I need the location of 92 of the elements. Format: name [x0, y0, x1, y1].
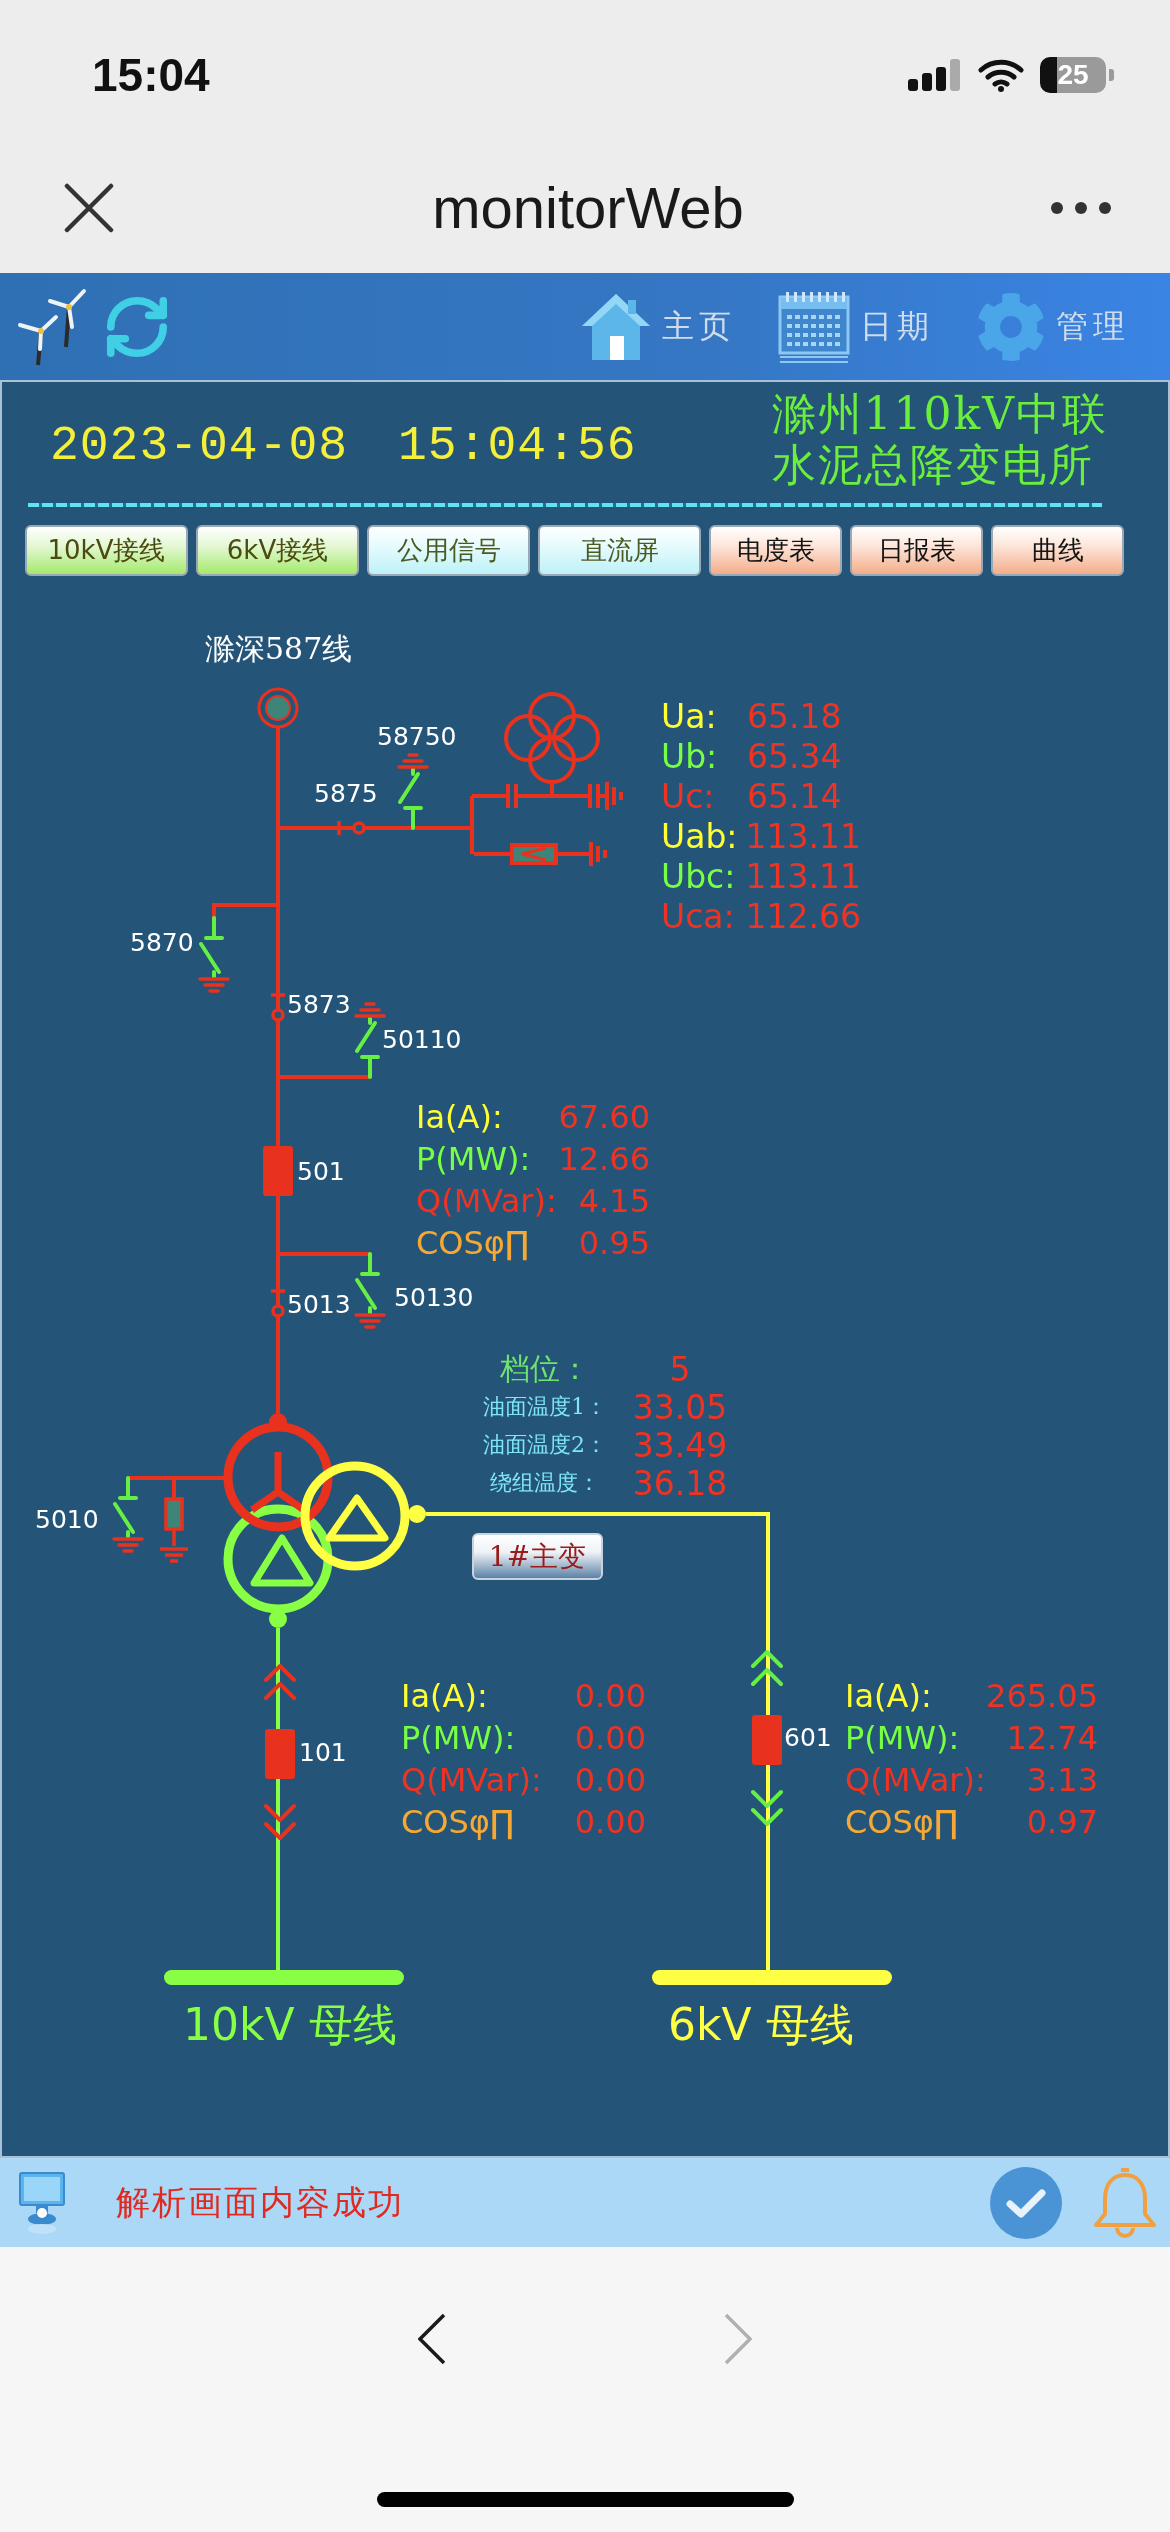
measurement-label: Ia(A):: [416, 1101, 503, 1133]
device-label: 5873: [287, 992, 351, 1017]
forward-icon: [724, 2313, 752, 2365]
calendar-icon: [778, 290, 850, 363]
measurement-label: Ia(A):: [401, 1680, 488, 1712]
device-label: 58750: [377, 724, 457, 749]
status-message: 解析画面内容成功: [116, 2180, 405, 2224]
voltage-value: 113.11: [745, 859, 861, 893]
bus-label: 6kV 母线: [668, 2003, 854, 2047]
voltage-label: Ua:: [661, 699, 718, 733]
station-title: 水泥总降变电所: [771, 439, 1095, 490]
device-label: 5010: [35, 1507, 99, 1532]
device-label: 501: [297, 1159, 345, 1184]
device-label: 5870: [130, 930, 194, 955]
measurement-value: 12.74: [1006, 1722, 1098, 1754]
device-label: 601: [784, 1725, 832, 1750]
voltage-value: 112.66: [745, 899, 861, 933]
surge-arrester-icon: [472, 840, 607, 868]
back-icon: [418, 2313, 446, 2365]
measurement-label: COSφ∏: [416, 1227, 530, 1259]
device-label: 101: [299, 1740, 347, 1765]
back-button[interactable]: [418, 2313, 446, 2365]
voltage-value: 65.14: [747, 779, 842, 813]
measurement-value: 67.60: [558, 1101, 650, 1133]
measurement-value: 0.00: [574, 1680, 646, 1712]
page-button[interactable]: 日报表: [850, 525, 983, 576]
reading-label: 油面温度1：: [482, 1396, 608, 1418]
measurement-value: 0.97: [1026, 1806, 1098, 1838]
check-circle-icon: [990, 2166, 1062, 2239]
voltage-label: Uab:: [661, 819, 739, 853]
page-button[interactable]: 10kV接线: [25, 525, 188, 576]
grounding-resistor-icon: [158, 1497, 190, 1563]
measurement-label: Q(MVar):: [401, 1764, 542, 1796]
measurement-value: 0.00: [574, 1806, 646, 1838]
date-display: 2023-04-08: [50, 419, 349, 473]
home-icon: [580, 291, 652, 362]
page-button[interactable]: 曲线: [991, 525, 1124, 576]
voltage-label: Uca:: [661, 899, 736, 933]
measurement-value: 4.15: [578, 1185, 650, 1217]
reading-label: 绕组温度：: [489, 1472, 601, 1494]
voltage-label: Uc:: [661, 779, 716, 813]
monitor-icon: [18, 2170, 66, 2235]
voltage-label: Ubc:: [661, 859, 737, 893]
close-button[interactable]: [64, 182, 114, 233]
line-terminal-icon: [257, 687, 299, 729]
more-button[interactable]: [1050, 200, 1112, 215]
transformer-button[interactable]: 1#主变: [472, 1533, 603, 1580]
measurement-label: Q(MVar):: [416, 1185, 557, 1217]
device-label: 50110: [382, 1027, 462, 1052]
close-icon: [64, 182, 114, 233]
reading-value: 33.49: [631, 1428, 729, 1462]
voltage-value: 65.34: [747, 739, 842, 773]
page-title: monitorWeb: [432, 174, 744, 241]
measurement-label: Q(MVar):: [845, 1764, 986, 1796]
time-display: 15:04:56: [398, 419, 637, 473]
page-button[interactable]: 公用信号: [367, 525, 530, 576]
page-button[interactable]: 6kV接线: [196, 525, 359, 576]
reading-value: 36.18: [631, 1466, 729, 1500]
measurement-label: P(MW):: [401, 1722, 516, 1754]
settings-icon: [976, 291, 1046, 362]
power-transformer-icon: [223, 1413, 426, 1628]
reading-value: 5: [668, 1352, 692, 1386]
more-icon: [1050, 200, 1112, 215]
measurement-label: COSφ∏: [401, 1806, 515, 1838]
measurement-value: 12.66: [558, 1143, 650, 1175]
device-label: 50130: [394, 1285, 474, 1310]
signal-icon: [908, 59, 962, 91]
voltage-value: 65.18: [747, 699, 842, 733]
reading-label: 档位：: [499, 1354, 591, 1384]
page-button[interactable]: 电度表: [709, 525, 842, 576]
measurement-value: 3.13: [1026, 1764, 1098, 1796]
wifi-icon: [978, 58, 1024, 92]
measurement-value: 0.00: [574, 1722, 646, 1754]
measurement-label: P(MW):: [416, 1143, 531, 1175]
voltage-label: Ub:: [661, 739, 719, 773]
measurement-value: 0.95: [578, 1227, 650, 1259]
bus-label: 10kV 母线: [183, 2003, 397, 2047]
reading-label: 油面温度2：: [482, 1434, 608, 1456]
device-label: 5875: [314, 781, 378, 806]
measurement-value: 0.00: [574, 1764, 646, 1796]
reading-value: 33.05: [631, 1390, 729, 1424]
page-button[interactable]: 直流屏: [538, 525, 701, 576]
measurement-label: P(MW):: [845, 1722, 960, 1754]
station-title: 滁州110kV中联: [771, 388, 1108, 439]
measurement-label: Ia(A):: [845, 1680, 932, 1712]
status-time: 15:04: [92, 48, 210, 102]
device-label: 5013: [287, 1292, 351, 1317]
measurement-value: 265.05: [986, 1680, 1098, 1712]
battery-indicator: 25: [1040, 57, 1114, 93]
voltage-value: 113.11: [745, 819, 861, 853]
line-name: 滁深587线: [205, 634, 353, 664]
measurement-label: COSφ∏: [845, 1806, 959, 1838]
